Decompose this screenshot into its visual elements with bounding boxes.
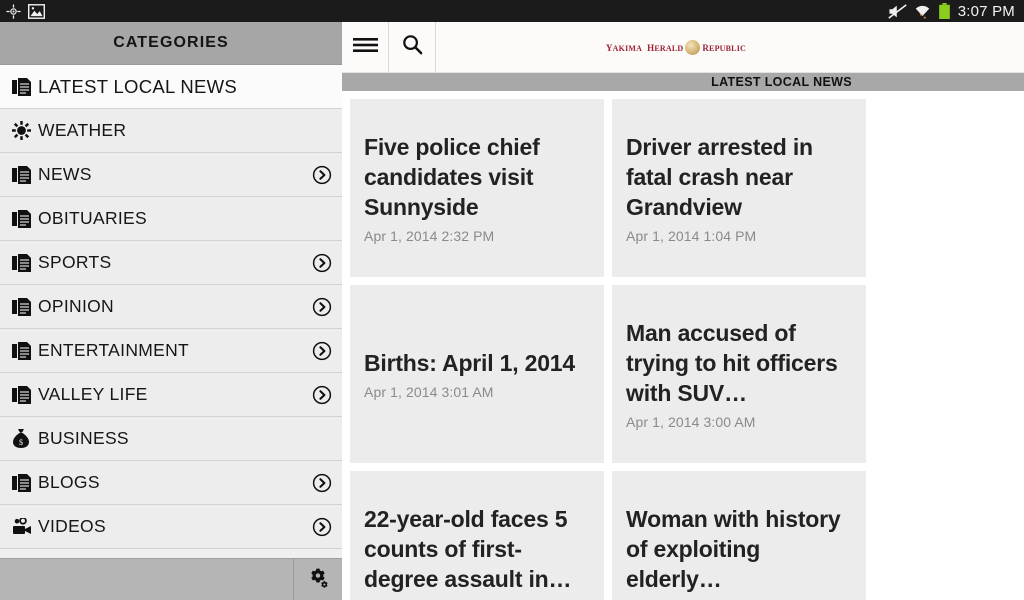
logo-word-herald: Herald [647, 39, 684, 54]
article-card[interactable]: Births: April 1, 2014 Apr 1, 2014 3:01 AM [350, 285, 604, 463]
document-icon [12, 209, 38, 228]
sidebar-item-label: BUSINESS [38, 428, 129, 448]
gear-icon [308, 567, 329, 593]
article-title: Five police chief candidates visit Sunny… [364, 134, 540, 220]
article-card[interactable]: Driver arrested in fatal crash near Gran… [612, 99, 866, 277]
app-toolbar: Yakima Herald Republic [342, 22, 1024, 73]
article-title: 22-year-old faces 5 counts of first-degr… [364, 506, 572, 592]
sidebar-item-videos[interactable]: VIDEOS [0, 505, 342, 549]
sun-emblem-icon [685, 39, 701, 55]
article-timestamp: Apr 1, 2014 1:04 PM [626, 228, 757, 244]
article-timestamp: Apr 1, 2014 3:01 AM [364, 384, 494, 400]
chevron-right-circle-icon[interactable] [312, 253, 332, 273]
chevron-right-circle-icon[interactable] [312, 165, 332, 185]
status-bar-left-icons [0, 3, 45, 19]
sidebar-item-label: OPINION [38, 296, 114, 316]
hamburger-menu-icon [352, 35, 379, 60]
article-title: Man accused of trying to hit officers wi… [626, 320, 838, 406]
section-header-bar: LATEST LOCAL NEWS [342, 73, 1024, 91]
publication-logo[interactable]: Yakima Herald Republic [436, 22, 1024, 72]
sidebar-item-label: BLOGS [38, 472, 100, 492]
sidebar-item-label: NEWS [38, 164, 92, 184]
article-timestamp: Apr 1, 2014 2:32 PM [364, 228, 495, 244]
sidebar-item-entertainment[interactable]: ENTERTAINMENT [0, 329, 342, 373]
sidebar-item-label: OBITUARIES [38, 208, 147, 228]
image-icon [28, 3, 45, 19]
article-card[interactable]: Man accused of trying to hit officers wi… [612, 285, 866, 463]
article-timestamp: Apr 1, 2014 3:00 AM [626, 414, 756, 430]
section-title: LATEST LOCAL NEWS [711, 75, 852, 89]
article-grid: Five police chief candidates visit Sunny… [342, 91, 1024, 600]
sidebar-item-sports[interactable]: SPORTS [0, 241, 342, 285]
status-bar-right-icons: 3:07 PM [888, 3, 1024, 20]
article-card[interactable]: 22-year-old faces 5 counts of first-degr… [350, 471, 604, 600]
sidebar-item-business[interactable]: $ BUSINESS [0, 417, 342, 461]
screen-root: 3:07 PM CATEGORIES LATEST LOCAL NEWS WEAT… [0, 0, 1024, 600]
search-button[interactable] [389, 22, 436, 72]
video-camera-icon [12, 518, 38, 535]
sidebar-item-label: SPORTS [38, 252, 112, 272]
document-icon [12, 341, 38, 360]
categories-drawer: CATEGORIES LATEST LOCAL NEWS WEATHER NEWS O… [0, 22, 342, 600]
sun-icon [12, 121, 38, 140]
sidebar-item-blogs[interactable]: BLOGS [0, 461, 342, 505]
article-title: Woman with history of exploiting elderly… [626, 506, 841, 592]
document-icon [12, 77, 38, 96]
chevron-right-circle-icon[interactable] [312, 385, 332, 405]
drawer-footer [0, 558, 342, 600]
android-status-bar: 3:07 PM [0, 0, 1024, 22]
sidebar-item-obituaries[interactable]: OBITUARIES [0, 197, 342, 241]
sidebar-item-label: WEATHER [38, 120, 127, 140]
chevron-right-circle-icon[interactable] [312, 297, 332, 317]
gps-icon [6, 3, 21, 19]
sidebar-item-valley-life[interactable]: VALLEY LIFE [0, 373, 342, 417]
chevron-right-circle-icon[interactable] [312, 517, 332, 537]
content-pane: Yakima Herald Republic LATEST LOCAL NEWS… [342, 22, 1024, 600]
document-icon [12, 253, 38, 272]
sidebar-item-news[interactable]: NEWS [0, 153, 342, 197]
document-icon [12, 385, 38, 404]
sidebar-item-label: LATEST LOCAL NEWS [38, 75, 238, 97]
article-card[interactable]: Five police chief candidates visit Sunny… [350, 99, 604, 277]
logo-word-yakima: Yakima [605, 39, 643, 54]
hamburger-menu-button[interactable] [342, 22, 389, 72]
sidebar-item-weather[interactable]: WEATHER [0, 109, 342, 153]
drawer-header: CATEGORIES [0, 22, 342, 65]
mute-icon [888, 3, 907, 19]
drawer-title: CATEGORIES [113, 34, 229, 51]
logo-word-republic: Republic [702, 39, 747, 54]
chevron-right-circle-icon[interactable] [312, 341, 332, 361]
search-icon [402, 34, 423, 60]
sidebar-item-label: ENTERTAINMENT [38, 340, 190, 360]
document-icon [12, 297, 38, 316]
settings-button[interactable] [294, 559, 342, 600]
category-list: LATEST LOCAL NEWS WEATHER NEWS OBITUARIES SP… [0, 65, 342, 549]
drawer-footer-spacer [0, 559, 294, 600]
money-bag-icon: $ [12, 429, 38, 448]
svg-text:$: $ [19, 438, 23, 447]
status-bar-clock: 3:07 PM [957, 2, 1015, 20]
article-title: Births: April 1, 2014 [364, 350, 575, 376]
sidebar-item-latest-local-news[interactable]: LATEST LOCAL NEWS [0, 65, 342, 109]
sidebar-item-opinion[interactable]: OPINION [0, 285, 342, 329]
sidebar-item-label: VIDEOS [38, 516, 106, 536]
document-icon [12, 165, 38, 184]
article-title: Driver arrested in fatal crash near Gran… [626, 134, 813, 220]
chevron-right-circle-icon[interactable] [312, 473, 332, 493]
article-card[interactable]: Woman with history of exploiting elderly… [612, 471, 866, 600]
document-icon [12, 473, 38, 492]
battery-icon [938, 3, 951, 19]
logo-wordmark: Yakima Herald Republic [606, 39, 746, 55]
wifi-icon [914, 4, 931, 19]
sidebar-item-label: VALLEY LIFE [38, 384, 148, 404]
